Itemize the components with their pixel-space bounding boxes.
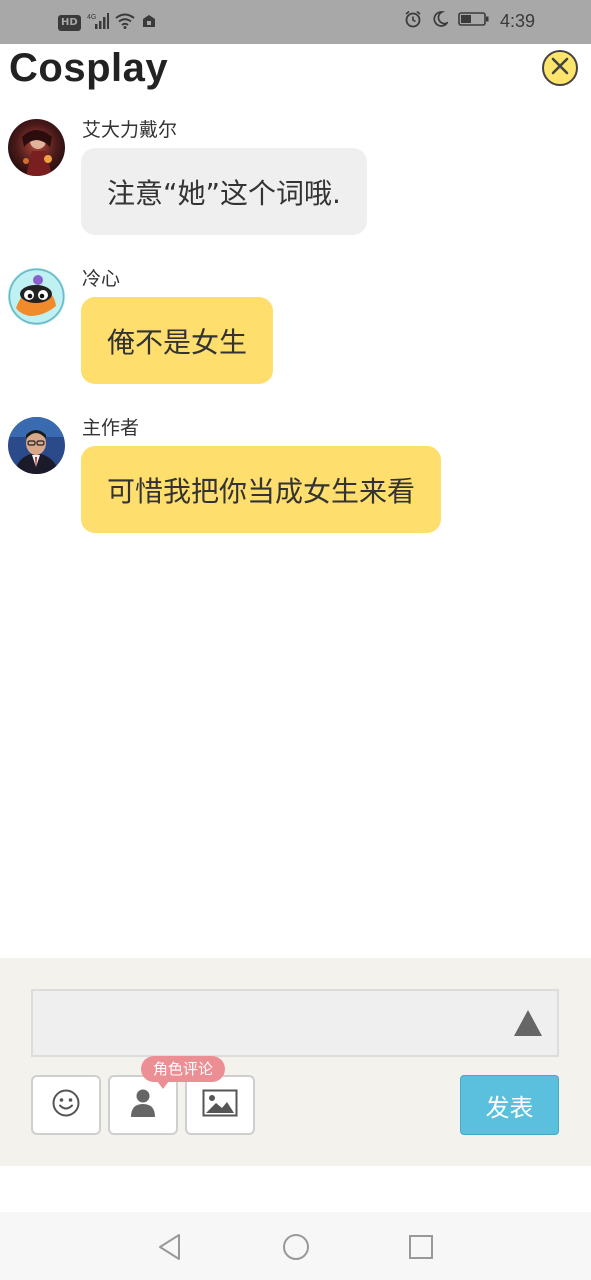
triangle-up-icon	[513, 1010, 543, 1041]
avatar[interactable]	[8, 417, 65, 474]
sender-name: 主作者	[82, 417, 140, 439]
message-bubble: 可惜我把你当成女生来看	[81, 446, 442, 533]
comment-composer: 角色评论 发表	[0, 958, 591, 1166]
close-button[interactable]	[542, 50, 578, 86]
page-title: Cosplay	[9, 46, 169, 90]
person-icon	[130, 1088, 156, 1122]
emoji-button[interactable]	[31, 1075, 101, 1135]
message-bubble: 注意“她”这个词哦.	[81, 148, 367, 235]
sender-name: 艾大力戴尔	[82, 119, 178, 141]
role-comment-tooltip: 角色评论	[141, 1056, 226, 1089]
status-bar: HD 4G 4:39	[0, 0, 591, 44]
nav-recents-button[interactable]	[406, 1232, 436, 1262]
status-time: 4:39	[499, 10, 535, 31]
message-bubble: 俺不是女生	[81, 297, 274, 384]
moon-icon	[432, 10, 450, 32]
nav-back-button[interactable]	[155, 1232, 185, 1262]
svg-text:4G: 4G	[87, 14, 96, 21]
emoji-icon	[51, 1088, 81, 1122]
image-icon	[202, 1089, 238, 1121]
notification-icon	[141, 13, 157, 33]
recents-icon	[406, 1235, 436, 1266]
hd-icon: HD	[58, 15, 81, 31]
alarm-icon	[404, 10, 422, 32]
nav-home-button[interactable]	[281, 1232, 311, 1262]
home-icon	[281, 1234, 311, 1266]
send-button[interactable]: 发表	[460, 1075, 559, 1135]
expand-button[interactable]	[513, 1009, 543, 1037]
battery-icon	[458, 11, 490, 31]
avatar[interactable]	[8, 268, 65, 325]
wifi-icon	[115, 13, 135, 33]
close-icon	[549, 55, 571, 81]
comment-input[interactable]	[31, 989, 559, 1057]
sender-name: 冷心	[82, 268, 121, 290]
signal-icon: 4G	[87, 12, 109, 34]
image-button[interactable]	[185, 1075, 255, 1135]
navigation-bar	[0, 1212, 591, 1280]
back-icon	[155, 1234, 185, 1266]
avatar[interactable]	[8, 119, 65, 176]
